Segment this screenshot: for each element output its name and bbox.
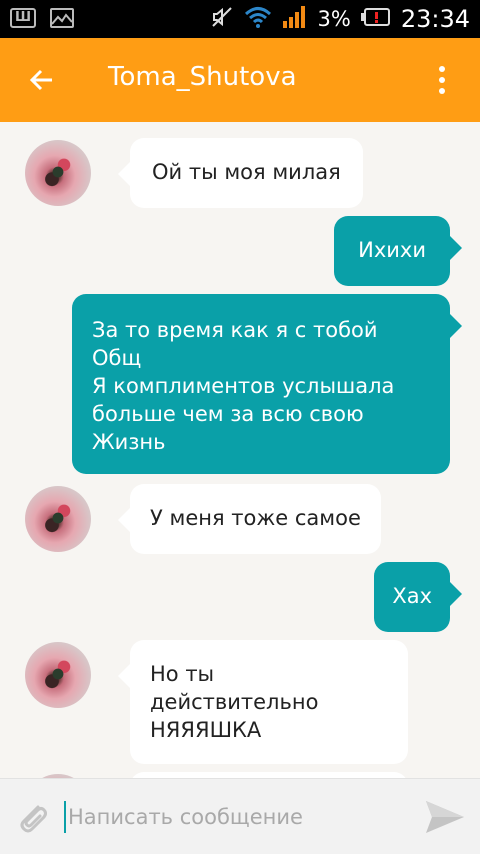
status-bar: Ш 3% 23:34	[0, 0, 480, 38]
message-incoming[interactable]: Но ты действительно НЯЯЯШКА	[118, 640, 408, 764]
avatar[interactable]	[25, 140, 91, 206]
message-outgoing[interactable]: Хах	[374, 562, 462, 632]
attach-button[interactable]	[12, 797, 52, 837]
app-bar: Toma_Shutova	[0, 38, 480, 122]
message-incoming[interactable]: У меня тоже самое	[118, 484, 381, 554]
more-vertical-icon	[439, 66, 445, 72]
signal-icon	[282, 5, 308, 33]
avatar[interactable]	[25, 486, 91, 552]
arrow-left-icon	[29, 69, 52, 91]
clock: 23:34	[400, 5, 470, 33]
message-outgoing[interactable]: За то время как я с тобой Общ Я комплиме…	[72, 294, 462, 474]
message-incoming[interactable]: Ой ты моя милая	[118, 138, 363, 208]
send-button[interactable]	[422, 797, 466, 837]
paperclip-icon	[20, 805, 47, 833]
image-icon	[50, 8, 74, 28]
back-button[interactable]	[22, 60, 62, 100]
message-outgoing[interactable]: Ихихи	[334, 216, 462, 286]
wifi-icon	[244, 5, 272, 33]
avatar[interactable]	[25, 642, 91, 708]
message-composer	[0, 778, 480, 854]
battery-low-icon	[360, 7, 391, 31]
battery-percent: 3%	[317, 7, 351, 31]
chat-title[interactable]: Toma_Shutova	[108, 62, 297, 92]
message-input[interactable]	[64, 801, 394, 833]
message-list[interactable]: Ой ты моя милая Ихихи За то время как я …	[0, 122, 480, 778]
send-icon	[426, 801, 464, 833]
more-menu-button[interactable]	[422, 60, 462, 100]
shop-icon: Ш	[10, 8, 36, 28]
mute-icon	[210, 5, 234, 33]
